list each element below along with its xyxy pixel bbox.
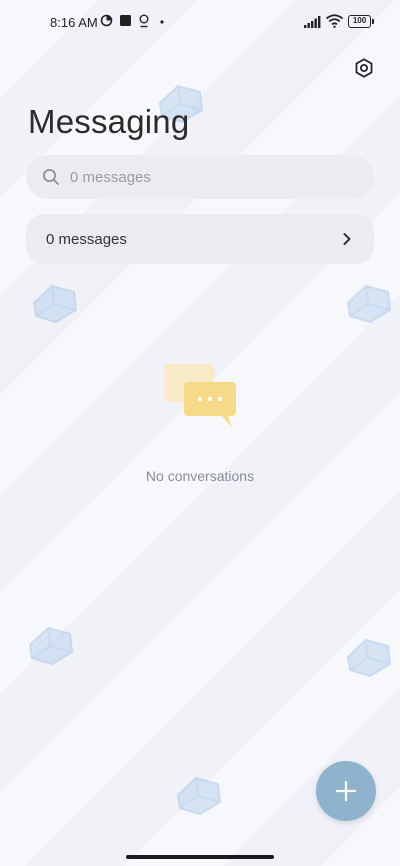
settings-hexagon-icon bbox=[355, 58, 373, 78]
status-bar: 8:16 AM 100 bbox=[0, 0, 400, 44]
square-notification-icon bbox=[120, 15, 131, 26]
messages-row[interactable]: 0 messages bbox=[26, 214, 374, 264]
search-input[interactable] bbox=[70, 168, 340, 186]
plus-icon bbox=[335, 780, 357, 802]
location-pin-icon bbox=[139, 14, 149, 28]
dot-icon bbox=[160, 20, 164, 24]
battery-level: 100 bbox=[348, 15, 371, 28]
decorative-cube-icon bbox=[32, 284, 78, 324]
chat-bubbles-icon bbox=[164, 364, 236, 428]
empty-state-text: No conversations bbox=[145, 468, 255, 484]
page-title: Messaging bbox=[28, 103, 190, 140]
data-saver-icon bbox=[100, 14, 113, 27]
wifi-icon bbox=[326, 14, 343, 28]
decorative-cube-icon bbox=[346, 284, 392, 324]
new-conversation-button[interactable] bbox=[316, 761, 376, 821]
messages-row-label: 0 messages bbox=[46, 230, 127, 248]
home-indicator[interactable] bbox=[126, 855, 274, 859]
battery-icon: 100 bbox=[348, 15, 374, 28]
search-bar[interactable] bbox=[26, 155, 374, 199]
search-icon bbox=[43, 169, 59, 185]
signal-icon bbox=[304, 16, 321, 28]
decorative-cube-icon bbox=[346, 638, 392, 678]
decorative-cube-icon bbox=[28, 626, 74, 666]
status-time: 8:16 AM bbox=[50, 15, 98, 30]
decorative-cube-icon bbox=[176, 776, 222, 816]
chevron-right-icon bbox=[343, 233, 351, 245]
settings-button[interactable] bbox=[350, 54, 378, 82]
